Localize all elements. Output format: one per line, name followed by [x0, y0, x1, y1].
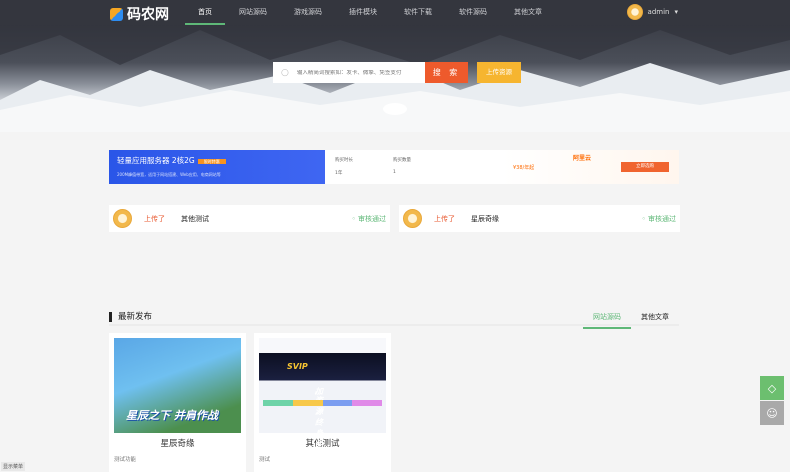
- nav-website-source[interactable]: 网站源码: [226, 0, 280, 25]
- username: admin: [647, 8, 670, 16]
- feed-title[interactable]: 星辰奇缘: [471, 214, 642, 224]
- status-badge: ◦ 审核通过: [351, 214, 386, 223]
- search-input[interactable]: [296, 69, 417, 76]
- nav-home[interactable]: 首页: [185, 0, 225, 25]
- user-menu[interactable]: admin ▾: [626, 4, 678, 20]
- vip-diamond-button[interactable]: ◇: [760, 376, 784, 400]
- duration-value: 1年: [335, 171, 343, 176]
- avatar: [403, 209, 422, 228]
- quantity-label: 购买数量: [393, 158, 411, 163]
- ad-badge: 限时特惠: [197, 159, 226, 164]
- latest-section-header: 最新发布 网站源码 其他文章: [109, 310, 679, 329]
- search-icon: ○: [281, 67, 289, 78]
- smiley-icon: ☺: [766, 406, 778, 420]
- avatar: [626, 4, 643, 20]
- diamond-icon: ◇: [767, 381, 777, 395]
- avatar: [113, 209, 132, 228]
- search-button[interactable]: 搜 索: [425, 62, 468, 83]
- card-title[interactable]: 星辰奇缘: [114, 437, 241, 449]
- resource-card[interactable]: 星辰之下 并肩作战 星辰奇缘 测试功能: [109, 333, 246, 472]
- card-description: 测试功能: [114, 457, 137, 463]
- resource-card[interactable]: 加入SVIP,资源终身免费 其他测试 测试: [254, 333, 391, 472]
- top-nav-bar: 码农网 首页 网站源码 游戏源码 插件模块 软件下载 软件源码 其他文章 adm…: [0, 0, 790, 25]
- site-logo[interactable]: 码农网: [110, 4, 169, 24]
- tab-website-source[interactable]: 网站源码: [583, 310, 631, 329]
- feed-title[interactable]: 其他测试: [181, 214, 352, 224]
- card-thumbnail[interactable]: 星辰之下 并肩作战: [114, 338, 241, 433]
- nav-other-articles[interactable]: 其他文章: [501, 0, 555, 25]
- feedback-button[interactable]: ☺: [760, 401, 784, 425]
- ad-price: ¥38/年起: [513, 165, 535, 171]
- search-box: ○: [273, 62, 425, 83]
- tab-other-articles[interactable]: 其他文章: [631, 310, 679, 327]
- main-nav: 首页 网站源码 游戏源码 插件模块 软件下载 软件源码 其他文章: [185, 0, 556, 25]
- status-badge: ◦ 审核通过: [641, 214, 676, 223]
- quantity-value: 1: [393, 170, 396, 175]
- buy-now-button[interactable]: 立即选购: [621, 162, 669, 172]
- nav-game-source[interactable]: 游戏源码: [281, 0, 335, 25]
- upload-feed-item[interactable]: 上传了 星辰奇缘 ◦ 审核通过: [399, 205, 680, 232]
- aliyun-logo: 阿里云: [573, 155, 592, 162]
- logo-icon: [110, 7, 123, 21]
- nav-software-source[interactable]: 软件源码: [446, 0, 500, 25]
- ad-banner[interactable]: 轻量应用服务器 2核2G 限时特惠 200M峰值带宽，适用于网站搭建、Web应用、电…: [109, 150, 679, 184]
- upload-resource-button[interactable]: 上传资源: [477, 62, 521, 83]
- upload-feed-item[interactable]: 上传了 其他测试 ◦ 审核通过: [109, 205, 390, 232]
- nav-software-download[interactable]: 软件下载: [391, 0, 445, 25]
- show-menu-button[interactable]: 显示菜单: [1, 462, 26, 471]
- chevron-down-icon: ▾: [674, 8, 678, 16]
- nav-plugins[interactable]: 插件模块: [336, 0, 390, 25]
- duration-label: 购买时长: [335, 158, 353, 163]
- ad-title: 轻量应用服务器 2核2G: [117, 156, 195, 165]
- ad-subtitle: 200M峰值带宽，适用于网站搭建、Web应用、电商网站等: [117, 172, 221, 177]
- hero-banner: ○ 搜 索 上传资源: [0, 25, 790, 132]
- card-thumbnail[interactable]: 加入SVIP,资源终身免费: [259, 338, 386, 460]
